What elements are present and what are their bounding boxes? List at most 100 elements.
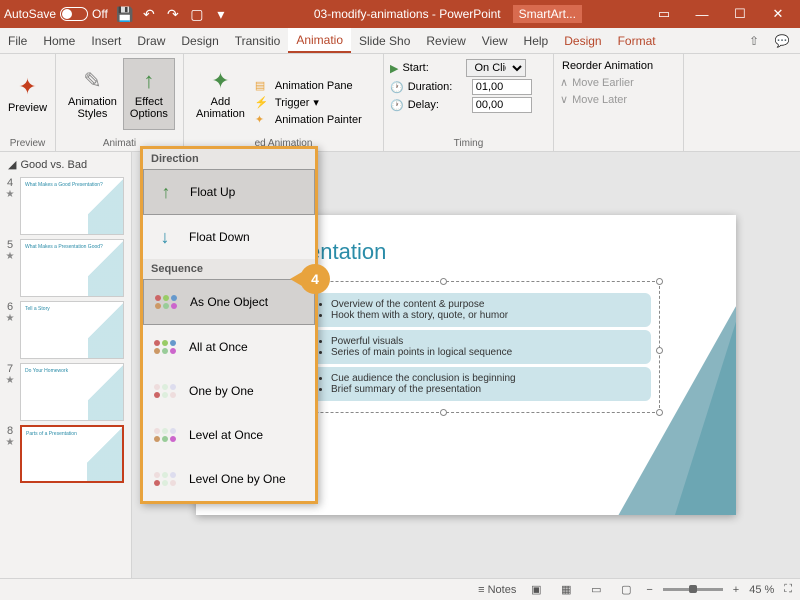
painter-icon: ✦ <box>255 113 271 126</box>
status-bar: ≡ Notes ▣ ▦ ▭ ▢ − + 45 % ⛶ <box>0 578 800 600</box>
tab-view[interactable]: View <box>474 28 516 53</box>
title-bar: AutoSave Off 💾 ↶ ↷ ▢ ▾ 03-modify-animati… <box>0 0 800 28</box>
tab-home[interactable]: Home <box>35 28 83 53</box>
slide-thumb-7[interactable]: Do Your Homework <box>20 363 124 421</box>
menu-item-all-at-once[interactable]: All at Once <box>143 325 315 369</box>
tab-design[interactable]: Design <box>173 28 226 53</box>
minimize-icon[interactable]: — <box>684 0 720 28</box>
zoom-in-button[interactable]: + <box>733 584 739 596</box>
arrow-up-icon: ↑ <box>152 178 180 206</box>
dots-cluster-icon <box>152 288 180 316</box>
reading-view-icon[interactable]: ▭ <box>586 582 606 598</box>
tab-file[interactable]: File <box>0 28 35 53</box>
sorter-view-icon[interactable]: ▦ <box>556 582 576 598</box>
animation-pane-button[interactable]: ▤Animation Pane <box>255 77 362 94</box>
animation-indicator-icon: ★ <box>6 189 15 200</box>
delay-icon: 🕐 <box>390 99 404 112</box>
redo-icon[interactable]: ↷ <box>164 5 182 23</box>
animation-painter-button[interactable]: ✦Animation Painter <box>255 111 362 128</box>
pane-icon: ▤ <box>255 79 271 92</box>
thumbnail-pane[interactable]: ◢ Good vs. Bad 4★What Makes a Good Prese… <box>0 152 132 578</box>
move-earlier-button: ∧ Move Earlier <box>560 74 677 91</box>
delay-label: Delay: <box>408 99 468 111</box>
menu-item-one-by-one[interactable]: One by One <box>143 369 315 413</box>
dots-spread-icon <box>151 333 179 361</box>
ribbon: ✦ Preview Preview ✎ Animation Styles ↑ E… <box>0 54 800 152</box>
autosave-toggle[interactable]: AutoSave Off <box>4 7 108 21</box>
tab-transitions[interactable]: Transitio <box>227 28 289 53</box>
undo-icon[interactable]: ↶ <box>140 5 158 23</box>
animation-indicator-icon: ★ <box>6 437 15 448</box>
tab-draw[interactable]: Draw <box>129 28 173 53</box>
quick-access-toolbar: 💾 ↶ ↷ ▢ ▾ <box>116 5 230 23</box>
zoom-level[interactable]: 45 % <box>749 584 774 596</box>
reorder-label: Reorder Animation <box>560 58 677 74</box>
ribbon-options-icon[interactable]: ▭ <box>646 0 682 28</box>
play-icon: ▶ <box>390 62 398 75</box>
animation-styles-button[interactable]: ✎ Animation Styles <box>62 58 123 130</box>
notes-button[interactable]: ≡ Notes <box>478 584 516 596</box>
menu-item-level-at-once[interactable]: Level at Once <box>143 413 315 457</box>
clock-icon: 🕐 <box>390 81 404 94</box>
tab-review[interactable]: Review <box>418 28 473 53</box>
slide-thumb-5[interactable]: What Makes a Presentation Good? <box>20 239 124 297</box>
preview-button[interactable]: ✦ Preview <box>6 58 49 130</box>
trigger-button[interactable]: ⚡Trigger ▾ <box>255 94 362 111</box>
menu-item-level-one-by-one[interactable]: Level One by One <box>143 457 315 501</box>
zoom-slider[interactable] <box>663 588 723 591</box>
menu-header-direction: Direction <box>143 149 315 169</box>
save-icon[interactable]: 💾 <box>116 5 134 23</box>
context-tab-label: SmartArt... <box>513 5 582 23</box>
maximize-icon[interactable]: ☐ <box>722 0 758 28</box>
slideshow-icon[interactable]: ▢ <box>188 5 206 23</box>
comments-icon[interactable]: 💬 <box>772 31 792 51</box>
arrow-up-icon: ↑ <box>143 68 154 94</box>
animation-indicator-icon: ★ <box>6 375 15 386</box>
dots-pale-icon <box>151 377 179 405</box>
slide-thumb-8[interactable]: Parts of a Presentation <box>20 425 124 483</box>
effect-options-menu: Direction ↑Float Up ↓Float Down Sequence… <box>140 146 318 504</box>
effect-options-button[interactable]: ↑ Effect Options <box>123 58 175 130</box>
tab-smartart-design[interactable]: Design <box>556 28 609 53</box>
add-animation-button[interactable]: ✦ Add Animation <box>190 58 251 130</box>
animation-indicator-icon: ★ <box>6 251 15 262</box>
workspace: ◢ Good vs. Bad 4★What Makes a Good Prese… <box>0 152 800 578</box>
close-icon[interactable]: ✕ <box>760 0 796 28</box>
dots-level-icon <box>151 421 179 449</box>
qat-more-icon[interactable]: ▾ <box>212 5 230 23</box>
group-label-preview: Preview <box>0 138 55 149</box>
group-label-timing: Timing <box>384 138 553 149</box>
tab-help[interactable]: Help <box>516 28 557 53</box>
menu-item-float-up[interactable]: ↑Float Up <box>143 169 315 215</box>
window-title: 03-modify-animations - PowerPoint SmartA… <box>250 5 646 23</box>
sa-content-2: Powerful visualsSeries of main points in… <box>309 330 651 364</box>
start-label: Start: <box>402 62 462 74</box>
tab-insert[interactable]: Insert <box>83 28 129 53</box>
zoom-out-button[interactable]: − <box>646 584 652 596</box>
slide-thumb-6[interactable]: Tell a Story <box>20 301 124 359</box>
animation-indicator-icon: ★ <box>6 313 15 324</box>
tab-slideshow[interactable]: Slide Sho <box>351 28 418 53</box>
ribbon-tabs: File Home Insert Draw Design Transitio A… <box>0 28 800 54</box>
star-icon: ✦ <box>18 74 36 100</box>
tab-smartart-format[interactable]: Format <box>610 28 664 53</box>
lightning-icon: ⚡ <box>255 96 271 109</box>
slideshow-view-icon[interactable]: ▢ <box>616 582 636 598</box>
add-star-icon: ✦ <box>211 68 229 94</box>
section-header[interactable]: ◢ Good vs. Bad <box>4 156 127 173</box>
duration-input[interactable] <box>472 79 532 95</box>
sa-content-1: Overview of the content & purposeHook th… <box>309 293 651 327</box>
delay-input[interactable] <box>472 97 532 113</box>
share-icon[interactable]: ⇧ <box>744 31 764 51</box>
start-select[interactable]: On Click <box>466 59 526 77</box>
tab-animations[interactable]: Animatio <box>288 28 351 53</box>
slide-thumb-4[interactable]: What Makes a Good Presentation? <box>20 177 124 235</box>
move-later-button: ∨ Move Later <box>560 91 677 108</box>
fit-window-icon[interactable]: ⛶ <box>784 583 792 596</box>
dots-level-one-icon <box>151 465 179 493</box>
normal-view-icon[interactable]: ▣ <box>526 582 546 598</box>
brush-icon: ✎ <box>83 68 101 94</box>
toggle-icon <box>60 7 88 21</box>
menu-item-float-down[interactable]: ↓Float Down <box>143 215 315 259</box>
duration-label: Duration: <box>408 81 468 93</box>
